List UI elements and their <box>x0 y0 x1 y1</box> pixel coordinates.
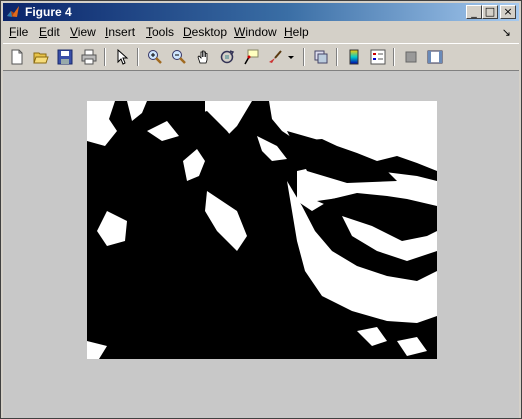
toolbar-separator <box>137 48 139 66</box>
show-plot-tools-icon[interactable] <box>425 47 445 67</box>
matlab-logo-icon <box>7 6 19 17</box>
close-button[interactable]: × <box>500 5 516 19</box>
menu-view[interactable]: View <box>70 25 96 39</box>
menu-window-mnemonic: W <box>234 25 246 39</box>
figure-window: Figure 4 _ □ × File Edit View Insert Too… <box>0 0 522 419</box>
minimize-button[interactable]: _ <box>466 5 482 19</box>
menu-tools-rest: ools <box>152 25 175 39</box>
menu-tools[interactable]: Tools <box>146 25 174 39</box>
toolbar-separator <box>336 48 338 66</box>
menu-window-rest: indow <box>245 25 277 39</box>
brush-icon[interactable] <box>265 47 285 67</box>
menu-view-rest: iew <box>77 25 96 39</box>
menu-edit[interactable]: Edit <box>39 25 60 39</box>
hide-plot-tools-icon[interactable] <box>401 47 421 67</box>
menu-desktop-rest: esktop <box>191 25 228 39</box>
figure-canvas[interactable] <box>3 71 519 418</box>
figure-toolbar <box>3 43 519 71</box>
menu-help-mnemonic: H <box>284 25 293 39</box>
maximize-button[interactable]: □ <box>482 5 498 19</box>
data-cursor-icon[interactable] <box>241 47 261 67</box>
menu-file[interactable]: File <box>9 25 28 39</box>
menu-edit-rest: dit <box>47 25 60 39</box>
zoom-out-icon[interactable] <box>169 47 189 67</box>
menu-bar: File Edit View Insert Tools Desktop Wind… <box>3 23 519 42</box>
menu-desktop[interactable]: Desktop <box>183 25 227 39</box>
toolbar-separator <box>104 48 106 66</box>
toolbar-separator <box>393 48 395 66</box>
menu-file-rest: ile <box>16 25 29 39</box>
menu-desktop-mnemonic: D <box>183 25 192 39</box>
title-bar[interactable]: Figure 4 _ □ × <box>3 3 519 21</box>
open-file-icon[interactable] <box>31 47 51 67</box>
window-title: Figure 4 <box>25 5 72 19</box>
menu-view-mnemonic: V <box>70 25 78 39</box>
pan-icon[interactable] <box>193 47 213 67</box>
menu-edit-mnemonic: E <box>39 25 48 39</box>
print-icon[interactable] <box>79 47 99 67</box>
pointer-icon[interactable] <box>112 47 132 67</box>
dock-figure-arrow-icon[interactable]: ↘ <box>502 26 511 39</box>
thresholded-tree-image <box>87 101 437 359</box>
menu-help[interactable]: Help <box>284 25 309 39</box>
menu-window[interactable]: Window <box>234 25 277 39</box>
menu-insert-rest: nsert <box>108 25 136 39</box>
menu-insert[interactable]: Insert <box>105 25 135 39</box>
rotate-3d-icon[interactable] <box>217 47 237 67</box>
menu-help-rest: elp <box>292 25 309 39</box>
new-figure-icon[interactable] <box>7 47 27 67</box>
dropdown-icon[interactable] <box>286 47 296 67</box>
toolbar-separator <box>303 48 305 66</box>
binary-image-axes[interactable] <box>87 101 437 359</box>
link-plot-icon[interactable] <box>311 47 331 67</box>
colorbar-icon[interactable] <box>344 47 364 67</box>
zoom-in-icon[interactable] <box>145 47 165 67</box>
legend-icon[interactable] <box>368 47 388 67</box>
save-icon[interactable] <box>55 47 75 67</box>
